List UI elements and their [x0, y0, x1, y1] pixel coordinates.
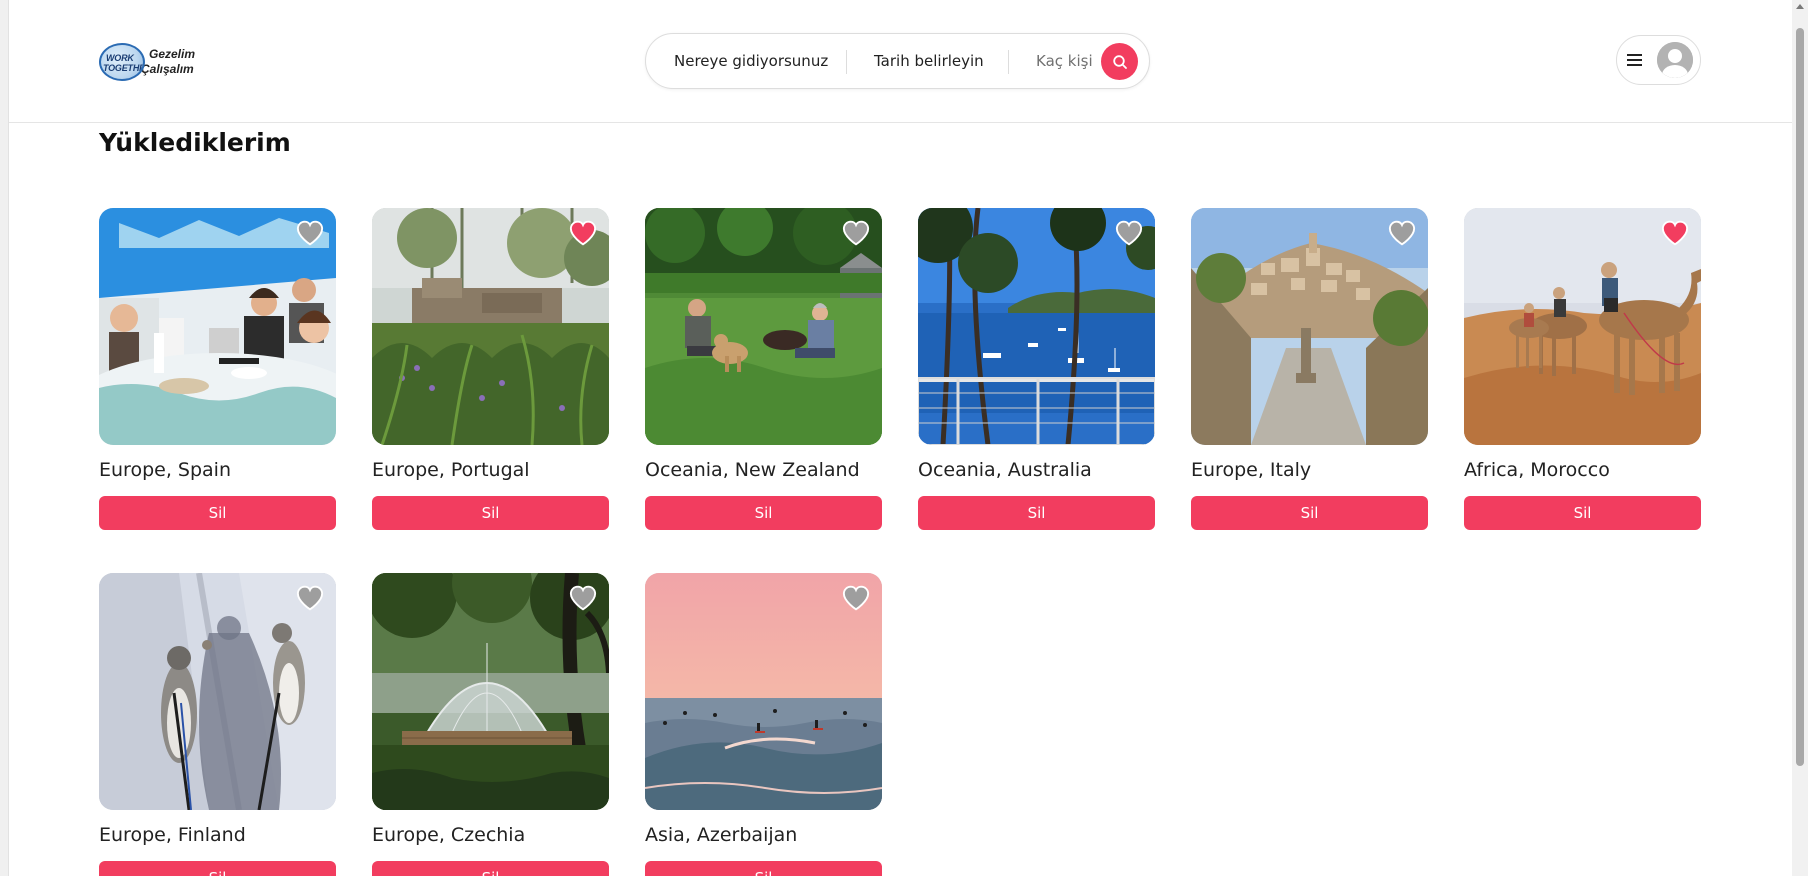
heart-outline-icon[interactable]	[842, 220, 870, 246]
listing-photo[interactable]	[99, 208, 336, 445]
listing-location: Oceania, New Zealand	[645, 459, 860, 481]
listing-card[interactable]: Oceania, New Zealand Sil	[645, 208, 882, 530]
listing-location: Europe, Italy	[1191, 459, 1312, 481]
listing-photo[interactable]	[372, 208, 609, 445]
page-title: Yüklediklerim	[99, 128, 291, 157]
listing-card[interactable]: Europe, Portugal Sil	[372, 208, 609, 530]
listing-photo[interactable]	[918, 208, 1155, 445]
hamburger-menu-icon	[1627, 54, 1642, 66]
listing-card[interactable]: Asia, Azerbaijan Sil	[645, 573, 882, 876]
listing-card[interactable]: Africa, Morocco Sil	[1464, 208, 1701, 530]
delete-button[interactable]: Sil	[918, 496, 1155, 530]
delete-button[interactable]: Sil	[1191, 496, 1428, 530]
user-placeholder-icon	[1657, 42, 1693, 78]
page: WORK TOGETHER! Gezelim Çalışalım Nereye …	[0, 0, 1808, 876]
heart-outline-icon[interactable]	[296, 585, 324, 611]
listing-card[interactable]: Europe, Spain Sil	[99, 208, 336, 530]
site-header: WORK TOGETHER! Gezelim Çalışalım Nereye …	[9, 0, 1792, 123]
listing-location: Asia, Azerbaijan	[645, 824, 798, 846]
site-logo[interactable]: WORK TOGETHER! Gezelim Çalışalım	[99, 42, 209, 82]
delete-button[interactable]: Sil	[372, 496, 609, 530]
listing-card[interactable]: Europe, Czechia Sil	[372, 573, 609, 876]
heart-filled-icon[interactable]	[569, 220, 597, 246]
search-bar: Nereye gidiyorsunuz Tarih belirleyin Kaç…	[645, 33, 1150, 89]
user-menu-button[interactable]	[1616, 35, 1701, 85]
logo-text: Gezelim Çalışalım	[141, 47, 196, 76]
globe-logo-icon: WORK TOGETHER!	[99, 43, 145, 81]
listing-card[interactable]: Europe, Italy Sil	[1191, 208, 1428, 530]
heart-outline-icon[interactable]	[296, 220, 324, 246]
listing-location: Oceania, Australia	[918, 459, 1092, 481]
listing-card[interactable]: Europe, Finland Sil	[99, 573, 336, 876]
listing-location: Europe, Portugal	[372, 459, 530, 481]
delete-button[interactable]: Sil	[99, 496, 336, 530]
delete-button[interactable]: Sil	[1464, 496, 1701, 530]
delete-button[interactable]: Sil	[99, 861, 336, 876]
search-divider	[846, 50, 847, 74]
scrollbar-thumb[interactable]	[1796, 28, 1804, 766]
heart-outline-icon[interactable]	[1388, 220, 1416, 246]
avatar	[1657, 42, 1693, 78]
heart-outline-icon[interactable]	[842, 585, 870, 611]
listing-location: Europe, Czechia	[372, 824, 526, 846]
scrollbar[interactable]	[1792, 0, 1808, 876]
delete-button[interactable]: Sil	[372, 861, 609, 876]
listing-photo[interactable]	[645, 573, 882, 810]
listing-photo[interactable]	[372, 573, 609, 810]
listing-location: Europe, Spain	[99, 459, 231, 481]
scroll-up-arrow-icon[interactable]	[1796, 4, 1804, 9]
search-icon	[1112, 54, 1127, 69]
search-guests[interactable]: Kaç kişi	[1036, 52, 1093, 70]
search-date[interactable]: Tarih belirleyin	[874, 52, 984, 70]
listing-card[interactable]: Oceania, Australia Sil	[918, 208, 1155, 530]
listing-photo[interactable]	[645, 208, 882, 445]
heart-filled-icon[interactable]	[1661, 220, 1689, 246]
listing-photo[interactable]	[1191, 208, 1428, 445]
window-edge	[0, 0, 9, 876]
heart-outline-icon[interactable]	[1115, 220, 1143, 246]
listing-location: Africa, Morocco	[1464, 459, 1610, 481]
listing-location: Europe, Finland	[99, 824, 246, 846]
listing-photo[interactable]	[99, 573, 336, 810]
heart-outline-icon[interactable]	[569, 585, 597, 611]
search-divider	[1008, 50, 1009, 74]
delete-button[interactable]: Sil	[645, 861, 882, 876]
search-button[interactable]	[1101, 43, 1138, 80]
listing-photo[interactable]	[1464, 208, 1701, 445]
search-where[interactable]: Nereye gidiyorsunuz	[674, 52, 828, 70]
delete-button[interactable]: Sil	[645, 496, 882, 530]
